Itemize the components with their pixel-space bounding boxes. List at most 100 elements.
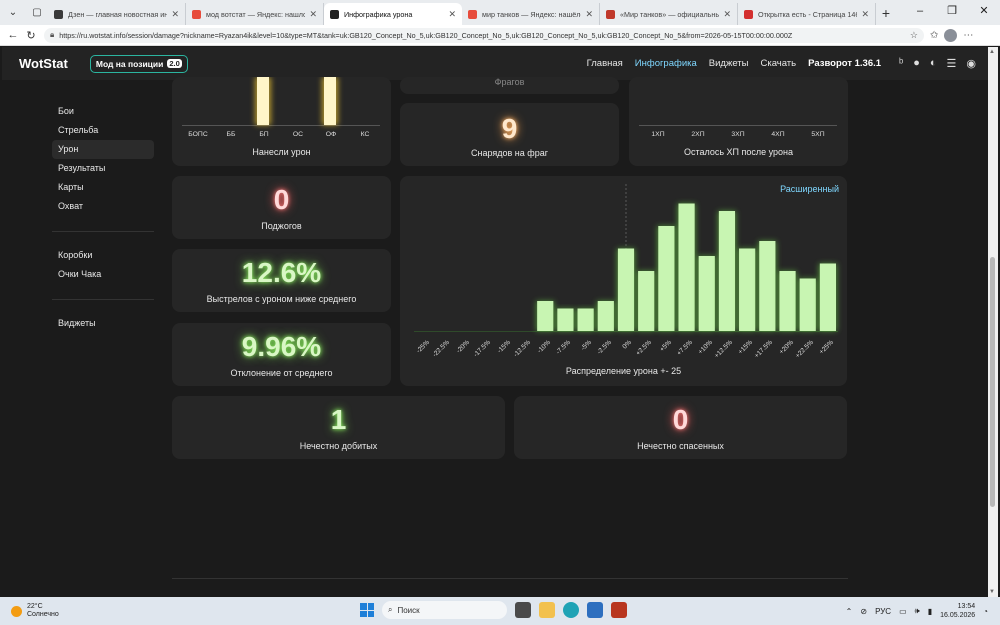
- tab-close-icon[interactable]: ✕: [861, 9, 869, 20]
- tab-favicon-icon: [468, 9, 477, 19]
- patreon-icon[interactable]: ●: [913, 57, 920, 70]
- sun-icon: [11, 605, 22, 617]
- clock-date: 16.05.2026: [940, 612, 976, 619]
- histogram-bar: [759, 241, 776, 331]
- file-explorer-icon[interactable]: [539, 602, 555, 618]
- edge-browser-icon[interactable]: [563, 602, 579, 618]
- tab-title: Дзен — главная новостная инф: [68, 9, 168, 19]
- windows-start-icon[interactable]: [360, 603, 374, 617]
- tab-close-icon[interactable]: ✕: [585, 9, 593, 20]
- footer-divider: [172, 578, 848, 579]
- task-view-icon[interactable]: [515, 602, 531, 618]
- damage-type-label: ОС: [292, 131, 304, 138]
- browser-tab-bar: ⌄ ▢ Дзен — главная новостная инф ✕ мод вот…: [0, 0, 1000, 25]
- browser-tab[interactable]: Дзен — главная новостная инф ✕: [48, 3, 186, 25]
- sidebar-item[interactable]: Коробки: [52, 246, 154, 265]
- hp-label: 2ХП: [691, 131, 705, 138]
- sidebar-item[interactable]: Карты: [52, 178, 154, 197]
- tab-strip: Дзен — главная новостная инф ✕ мод вотстат…: [48, 0, 876, 25]
- tab-actions-icon[interactable]: ▢: [26, 3, 48, 23]
- maximize-icon[interactable]: ❐: [936, 0, 968, 25]
- clock-time: 13:54: [957, 603, 976, 610]
- battery-icon[interactable]: ▮: [928, 607, 932, 616]
- profile-avatar[interactable]: [944, 28, 958, 42]
- sidebar-item[interactable]: Результаты: [52, 159, 154, 178]
- damage-dealt-caption: Нанесли урон: [252, 147, 311, 157]
- weather-widget[interactable]: 22°C Солнечно: [11, 603, 59, 619]
- tab-close-icon[interactable]: ✕: [309, 9, 317, 20]
- browser-tab[interactable]: мод вотстат — Яндекс: нашлось ✕: [186, 3, 324, 25]
- tab-close-icon[interactable]: ✕: [171, 9, 179, 20]
- notifications-icon[interactable]: ◔: [983, 607, 988, 616]
- page-scrollbar[interactable]: ▲ ▼: [988, 47, 998, 597]
- tab-close-icon[interactable]: ✕: [448, 9, 456, 20]
- sidebar-item[interactable]: Виджеты: [52, 314, 154, 333]
- release-link[interactable]: Разворот 1.36.1: [808, 58, 881, 69]
- new-tab-icon[interactable]: +: [876, 5, 896, 21]
- shells-per-frag-value: 9: [501, 113, 518, 144]
- github-icon[interactable]: ◉: [966, 57, 976, 70]
- histogram-bar: [799, 278, 816, 331]
- back-icon[interactable]: ←: [4, 29, 22, 41]
- window-controls: – ❐ ✕: [904, 0, 1000, 25]
- damage-type-label: БП: [259, 131, 269, 138]
- hp-label: 5ХП: [811, 131, 825, 138]
- sidebar-item[interactable]: Урон: [52, 140, 154, 159]
- scroll-up-icon[interactable]: ▲: [989, 49, 995, 55]
- sidebar-item[interactable]: Охват: [52, 197, 154, 216]
- discord-icon[interactable]: ◐: [930, 57, 937, 70]
- menu-widgets[interactable]: Виджеты: [709, 58, 749, 69]
- sidebar-item[interactable]: Очки Чака: [52, 265, 154, 284]
- menu-download[interactable]: Скачать: [760, 58, 796, 69]
- url-field[interactable]: 🔒︎ https://ru.wotstat.info/session/damag…: [44, 27, 924, 43]
- mode-label: Мод на позиции: [95, 58, 164, 69]
- frags-caption: Фрагов: [494, 77, 525, 87]
- hp-label: 1ХП: [651, 131, 665, 138]
- database-icon[interactable]: ☰: [947, 57, 957, 70]
- sidebar-divider: [52, 231, 154, 232]
- shells-per-frag-card: 9 Снарядов на фраг: [400, 103, 619, 166]
- clock[interactable]: 13:54 16.05.2026: [940, 602, 975, 620]
- frags-card: Фрагов: [400, 77, 619, 94]
- histogram-bar: [557, 308, 574, 331]
- tab-menu-icon[interactable]: ⌄: [2, 3, 24, 23]
- fires-card: 0 Поджогов: [172, 176, 391, 239]
- sidebar-item[interactable]: Бои: [52, 102, 154, 121]
- deviation-value: 9.96%: [241, 331, 322, 362]
- minimize-icon[interactable]: –: [904, 0, 936, 25]
- hp-axis: [639, 125, 837, 126]
- bookmark-star-icon[interactable]: ☆: [910, 30, 918, 41]
- damage-type-label: БОПС: [188, 131, 208, 138]
- browser-tab[interactable]: «Мир танков» — официальный са ✕: [600, 3, 738, 25]
- browser-tab[interactable]: Инфографика урона ✕: [324, 3, 462, 25]
- scroll-down-icon[interactable]: ▼: [989, 589, 995, 595]
- game-app-icon[interactable]: [611, 602, 627, 618]
- mode-position-button[interactable]: Мод на позиции 2.0: [89, 54, 188, 73]
- menu-infographics[interactable]: Инфографика: [635, 58, 697, 69]
- close-window-icon[interactable]: ✕: [968, 0, 1000, 25]
- tray-chevron-icon[interactable]: ⌃: [846, 607, 853, 616]
- language-indicator[interactable]: РУС: [875, 607, 891, 616]
- url-text: https://ru.wotstat.info/session/damage?n…: [59, 30, 793, 40]
- tab-close-icon[interactable]: ✕: [723, 9, 731, 20]
- scroll-thumb[interactable]: [990, 257, 995, 507]
- browser-tab[interactable]: мир танков — Яндекс: нашёлся ✕: [462, 3, 600, 25]
- more-icon[interactable]: ⋯: [963, 30, 973, 41]
- chart-baseline: [414, 331, 838, 332]
- sidebar-item[interactable]: Стрельба: [52, 121, 154, 140]
- favorites-icon[interactable]: ✩: [930, 30, 938, 41]
- histogram-bar: [698, 256, 715, 331]
- browser-tab[interactable]: Открытка есть - Страница 1465 - ✕: [738, 3, 876, 25]
- boosty-icon[interactable]: ᵇ: [899, 57, 903, 70]
- taskbar-search[interactable]: ⌕ Поиск: [382, 601, 507, 619]
- tab-title: мод вотстат — Яндекс: нашлось: [206, 9, 306, 19]
- volume-icon[interactable]: 🕪︎: [915, 606, 920, 616]
- site-logo[interactable]: WotStat: [19, 56, 68, 71]
- hp-label: 3ХП: [731, 131, 745, 138]
- reload-icon[interactable]: ↻: [22, 29, 40, 42]
- lock-icon: 🔒︎: [50, 30, 55, 39]
- network-off-icon[interactable]: ⊘: [860, 607, 867, 616]
- display-icon[interactable]: ▭: [899, 607, 907, 616]
- store-icon[interactable]: [587, 602, 603, 618]
- menu-main[interactable]: Главная: [587, 58, 623, 69]
